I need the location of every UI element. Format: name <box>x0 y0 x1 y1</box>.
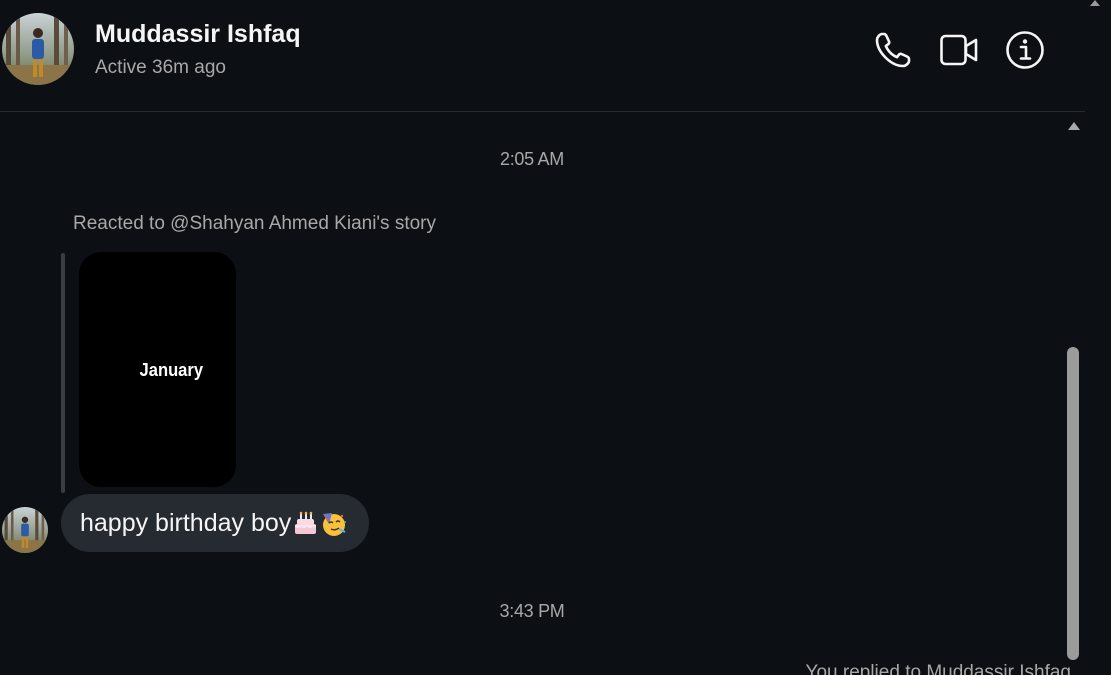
message-timestamp: 2:05 AM <box>500 149 564 169</box>
reply-indicator-bar <box>61 253 65 493</box>
message-text: happy birthday boy <box>80 508 292 537</box>
phone-icon <box>875 32 911 68</box>
scroll-up-arrow-icon[interactable] <box>1068 122 1080 130</box>
sender-avatar[interactable] <box>2 507 48 553</box>
video-call-button[interactable] <box>939 30 979 70</box>
active-status: Active 36m ago <box>95 57 226 78</box>
story-reaction-label: Reacted to @Shahyan Ahmed Kiani's story <box>73 213 437 234</box>
partying-face-emoji-icon <box>320 510 347 537</box>
story-text: January <box>139 360 204 380</box>
contact-avatar-photo <box>2 507 48 553</box>
page-scroll-up-arrow-icon[interactable] <box>1090 0 1100 6</box>
avatar[interactable] <box>2 13 74 85</box>
conversation-info-button[interactable] <box>1005 30 1045 70</box>
page-scrollbar[interactable] <box>1086 0 1111 675</box>
audio-call-button[interactable] <box>873 30 913 70</box>
video-camera-icon <box>940 34 978 66</box>
conversation-header: Muddassir Ishfaq Active 36m ago <box>0 0 1085 112</box>
contact-avatar-photo <box>2 13 74 85</box>
message-bubble[interactable]: happy birthday boy <box>61 494 370 552</box>
info-icon <box>1006 31 1044 69</box>
contact-name[interactable]: Muddassir Ishfaq <box>95 20 301 49</box>
story-preview[interactable]: January <box>79 252 236 487</box>
chat-window: Muddassir Ishfaq Active 36m ago 2:05 AM … <box>0 0 1111 675</box>
reply-label: You replied to Muddassir Ishfaq <box>805 662 1071 675</box>
birthday-cake-emoji-icon <box>292 510 319 537</box>
message-timestamp: 3:43 PM <box>499 601 565 621</box>
chat-scroll-thumb[interactable] <box>1067 347 1079 660</box>
